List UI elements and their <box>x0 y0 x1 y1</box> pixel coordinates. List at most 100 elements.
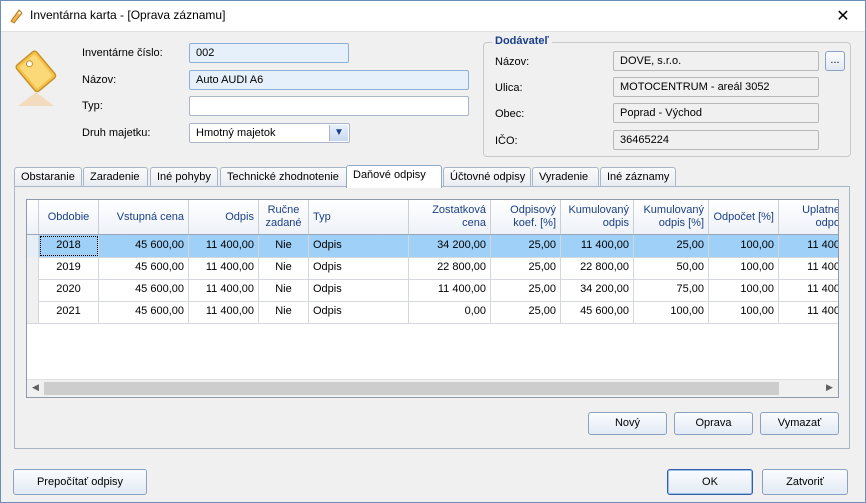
cell-odpocet[interactable]: 100,00 <box>709 235 779 257</box>
cell-kumulovany-odpis[interactable]: 34 200,00 <box>561 279 634 301</box>
close-button[interactable]: Zatvoriť <box>762 469 848 495</box>
tag-icon <box>10 9 23 24</box>
cell-kumulovany-odpis[interactable]: 11 400,00 <box>561 235 634 257</box>
cell-odpisovy-koef[interactable]: 25,00 <box>491 301 561 323</box>
cell-odpisovy-koef[interactable]: 25,00 <box>491 235 561 257</box>
cell-odpis[interactable]: 11 400,00 <box>189 301 259 323</box>
delete-button[interactable]: Vymazať <box>760 412 839 435</box>
cell-zostatkova-cena[interactable]: 0,00 <box>409 301 491 323</box>
supplier-name-field[interactable]: DOVE, s.r.o. <box>613 51 819 71</box>
cell-kumulovany-odpis[interactable]: 22 800,00 <box>561 257 634 279</box>
cell-odpocet[interactable]: 100,00 <box>709 301 779 323</box>
row-indicator <box>27 235 39 257</box>
cell-obdobie[interactable]: 2021 <box>39 301 99 323</box>
grid-header: Obdobie Vstupná cena Odpis Ručne zadané … <box>27 200 838 235</box>
cell-obdobie[interactable]: 2018 <box>39 235 99 257</box>
asset-kind-select[interactable]: Hmotný majetok ▼ <box>189 123 350 143</box>
cell-obdobie[interactable]: 2020 <box>39 279 99 301</box>
cell-rucne-zadane[interactable]: Nie <box>259 279 309 301</box>
name-label: Názov: <box>82 74 117 86</box>
row-indicator <box>27 301 39 323</box>
supplier-ico-field[interactable]: 36465224 <box>613 130 819 150</box>
cell-odpis[interactable]: 11 400,00 <box>189 279 259 301</box>
col-typ[interactable]: Typ <box>309 200 409 234</box>
cell-odpocet[interactable]: 100,00 <box>709 279 779 301</box>
cell-kumulovany-odpis[interactable]: 45 600,00 <box>561 301 634 323</box>
scroll-thumb[interactable] <box>44 382 779 395</box>
cell-odpis[interactable]: 11 400,00 <box>189 235 259 257</box>
supplier-group-title: Dodávateľ <box>492 35 552 47</box>
horizontal-scrollbar[interactable]: ◀ ▶ <box>27 379 838 397</box>
supplier-city-field[interactable]: Poprad - Východ <box>613 103 819 123</box>
cell-typ[interactable]: Odpis <box>309 257 409 279</box>
type-field[interactable] <box>189 96 469 116</box>
col-odpis[interactable]: Odpis <box>189 200 259 234</box>
cell-odpisovy-koef[interactable]: 25,00 <box>491 257 561 279</box>
cell-vstupna-cena[interactable]: 45 600,00 <box>99 257 189 279</box>
cell-uplatnene-odpocty[interactable]: 11 400 <box>779 279 838 301</box>
cell-odpis[interactable]: 11 400,00 <box>189 257 259 279</box>
tab-ine-pohyby[interactable]: Iné pohyby <box>150 167 218 187</box>
inventory-number-field[interactable]: 002 <box>189 43 349 63</box>
asset-kind-label: Druh majetku: <box>82 127 151 139</box>
cell-zostatkova-cena[interactable]: 11 400,00 <box>409 279 491 301</box>
cell-vstupna-cena[interactable]: 45 600,00 <box>99 279 189 301</box>
col-kumulovany-odpis-pct[interactable]: Kumulovaný odpis [%] <box>634 200 709 234</box>
col-obdobie[interactable]: Obdobie <box>39 200 99 234</box>
table-row[interactable]: 2020 45 600,00 11 400,00 Nie Odpis 11 40… <box>27 279 838 302</box>
cell-obdobie[interactable]: 2019 <box>39 257 99 279</box>
col-uplatnene-odpocty[interactable]: Uplatne odpo <box>779 200 838 234</box>
asset-kind-value: Hmotný majetok <box>196 127 276 139</box>
tab-vyradenie[interactable]: Vyradenie <box>532 167 599 187</box>
cell-uplatnene-odpocty[interactable]: 11 400 <box>779 301 838 323</box>
table-row[interactable]: 2018 45 600,00 11 400,00 Nie Odpis 34 20… <box>27 235 838 258</box>
cell-kumulovany-odpis-pct[interactable]: 100,00 <box>634 301 709 323</box>
new-button[interactable]: Nový <box>588 412 667 435</box>
col-odpocet[interactable]: Odpočet [%] <box>709 200 779 234</box>
window-title: Inventárna karta - [Oprava záznamu] <box>30 8 226 22</box>
cell-vstupna-cena[interactable]: 45 600,00 <box>99 235 189 257</box>
cell-uplatnene-odpocty[interactable]: 11 400 <box>779 257 838 279</box>
chevron-down-icon[interactable]: ▼ <box>329 125 348 141</box>
cell-rucne-zadane[interactable]: Nie <box>259 257 309 279</box>
col-odpisovy-koef[interactable]: Odpisový koef. [%] <box>491 200 561 234</box>
recalculate-button[interactable]: Prepočítať odpisy <box>13 469 147 495</box>
tab-ine-zaznamy[interactable]: Iné záznamy <box>600 167 676 187</box>
cell-odpisovy-koef[interactable]: 25,00 <box>491 279 561 301</box>
col-kumulovany-odpis[interactable]: Kumulovaný odpis <box>561 200 634 234</box>
scroll-left-icon[interactable]: ◀ <box>27 380 44 397</box>
table-row[interactable]: 2021 45 600,00 11 400,00 Nie Odpis 0,00 … <box>27 301 838 324</box>
tab-danove-odpisy[interactable]: Daňové odpisy <box>346 165 442 188</box>
cell-zostatkova-cena[interactable]: 34 200,00 <box>409 235 491 257</box>
supplier-street-field[interactable]: MOTOCENTRUM - areál 3052 <box>613 77 819 97</box>
tab-obstaranie[interactable]: Obstaranie <box>14 167 82 187</box>
cell-kumulovany-odpis-pct[interactable]: 25,00 <box>634 235 709 257</box>
row-indicator <box>27 279 39 301</box>
cell-kumulovany-odpis-pct[interactable]: 75,00 <box>634 279 709 301</box>
tab-uctovne-odpisy[interactable]: Účtovné odpisy <box>443 167 531 187</box>
col-zostatkova-cena[interactable]: Zostatková cena <box>409 200 491 234</box>
supplier-browse-button[interactable]: ... <box>825 51 845 71</box>
tab-technicke-zhodnotenie[interactable]: Technické zhodnotenie <box>220 167 348 187</box>
scroll-right-icon[interactable]: ▶ <box>821 380 838 397</box>
ok-button[interactable]: OK <box>667 469 753 495</box>
cell-typ[interactable]: Odpis <box>309 279 409 301</box>
col-rucne-zadane[interactable]: Ručne zadané <box>259 200 309 234</box>
name-field[interactable]: Auto AUDI A6 <box>189 70 469 90</box>
table-row[interactable]: 2019 45 600,00 11 400,00 Nie Odpis 22 80… <box>27 257 838 280</box>
cell-zostatkova-cena[interactable]: 22 800,00 <box>409 257 491 279</box>
cell-typ[interactable]: Odpis <box>309 235 409 257</box>
cell-odpocet[interactable]: 100,00 <box>709 257 779 279</box>
tab-zaradenie[interactable]: Zaradenie <box>83 167 148 187</box>
col-vstupna-cena[interactable]: Vstupná cena <box>99 200 189 234</box>
edit-button[interactable]: Oprava <box>674 412 753 435</box>
cell-rucne-zadane[interactable]: Nie <box>259 301 309 323</box>
inventory-number-label: Inventárne číslo: <box>82 47 163 59</box>
cell-rucne-zadane[interactable]: Nie <box>259 235 309 257</box>
cell-uplatnene-odpocty[interactable]: 11 400 <box>779 235 838 257</box>
cell-typ[interactable]: Odpis <box>309 301 409 323</box>
cell-kumulovany-odpis-pct[interactable]: 50,00 <box>634 257 709 279</box>
depreciation-grid[interactable]: Obdobie Vstupná cena Odpis Ručne zadané … <box>26 199 839 398</box>
close-icon[interactable]: ✕ <box>820 0 866 31</box>
cell-vstupna-cena[interactable]: 45 600,00 <box>99 301 189 323</box>
